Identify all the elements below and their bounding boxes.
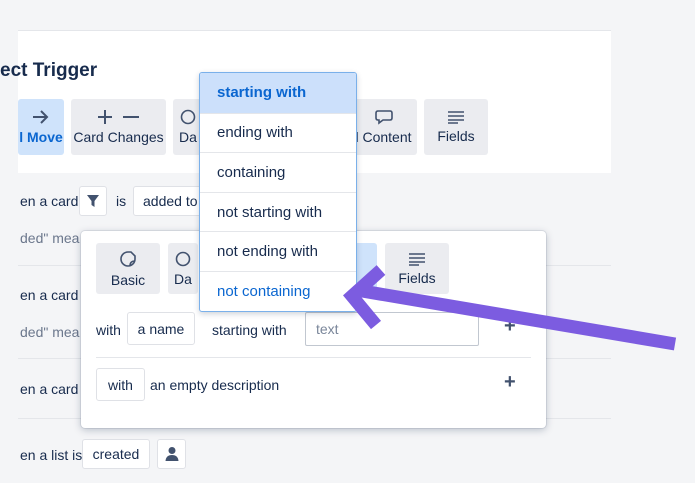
annotation-arrow-icon (343, 265, 677, 351)
